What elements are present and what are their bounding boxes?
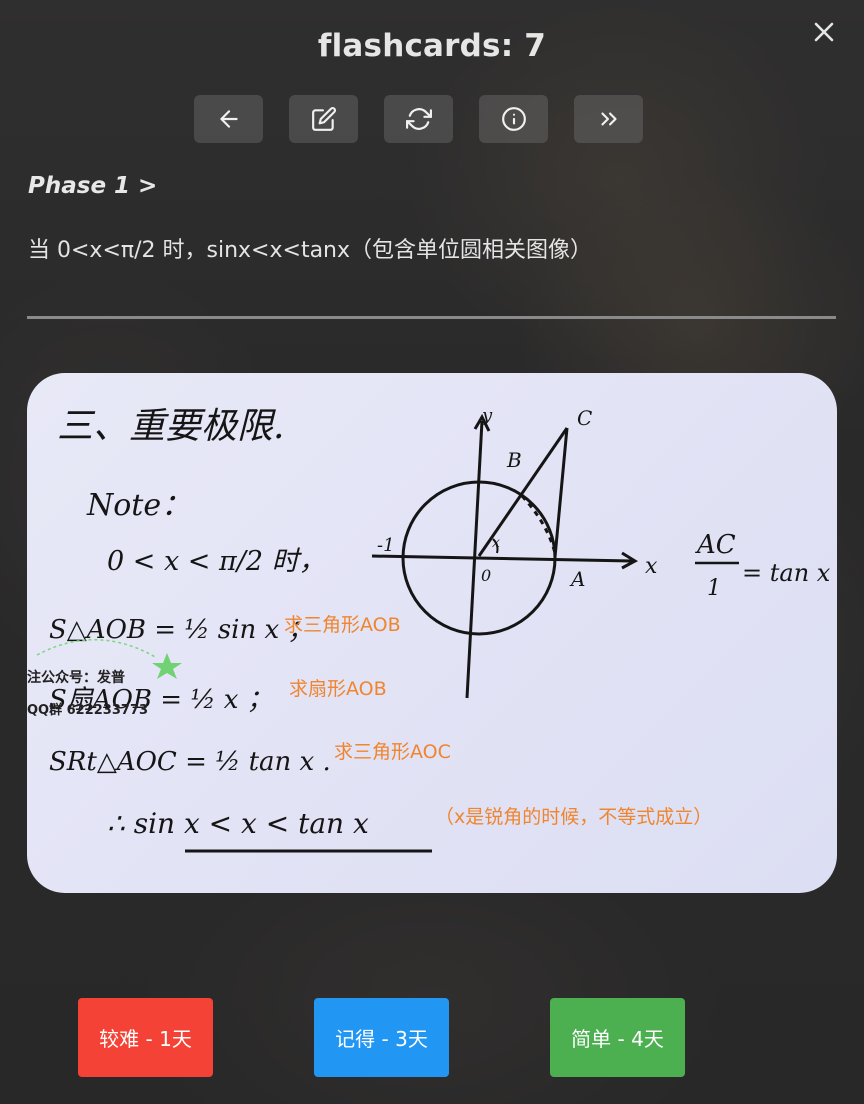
conclusion-text: ∴ sin x < x < tan x [107,807,369,840]
equation-triangle-aoc: SRt△AOC = ½ tan x . [49,747,331,777]
refresh-button[interactable] [384,95,453,143]
origin-label: 0 [481,566,491,585]
arrow-left-icon [219,110,238,128]
x-axis-label: x [645,554,658,579]
handwritten-notes: 三、重要极限. Note： 0 < x < π/2 时， S△AOB = ½ s… [36,405,831,853]
skip-button[interactable] [574,95,643,143]
watermark-line-2: QQ群 622233773 [27,703,149,718]
minus-one-label: -1 [377,535,395,556]
ratio-denominator: 1 [707,576,721,601]
ratio-numerator: AC [695,530,736,560]
point-a-label: A [569,567,585,591]
point-b-label: B [506,448,522,472]
answer-image: 三、重要极限. Note： 0 < x < π/2 时， S△AOB = ½ s… [27,373,837,893]
angle-x-label: x [492,535,500,551]
divider [27,316,836,319]
annotation-sector-aob: 求扇形AOB [289,678,387,700]
good-button[interactable]: 记得 - 3天 [314,998,449,1077]
chevrons-right-icon [600,112,617,126]
question-text: 当 0<x<π/2 时，sinx<x<tanx（包含单位圆相关图像） [28,238,593,263]
y-axis-label: y [481,405,493,426]
edit-button[interactable] [289,95,358,143]
watermark-line-1: 注公众号：发普 [27,670,125,686]
annotation-triangle-aob: 求三角形AOB [284,614,401,636]
annotation-triangle-aoc: 求三角形AOC [334,741,451,763]
phase-label[interactable]: Phase 1 > [28,173,157,199]
ratio-rhs: = tan x [742,559,831,587]
hard-button[interactable]: 较难 - 1天 [78,998,213,1077]
point-c-label: C [577,406,592,430]
unit-circle-diagram [371,413,639,699]
annotation-conclusion: （x是锐角的时候，不等式成立） [435,806,713,828]
easy-button[interactable]: 简单 - 4天 [550,998,685,1077]
info-icon [501,107,526,131]
star-icon [152,653,182,679]
edit-icon [311,107,336,131]
page-title: flashcards: 7 [317,28,547,64]
heading-text: 三、重要极限. [57,406,284,447]
refresh-icon [405,108,432,130]
condition-text: 0 < x < π/2 时， [107,546,326,577]
toolbar [194,95,643,143]
back-button[interactable] [194,95,263,143]
info-button[interactable] [479,95,548,143]
note-label: Note： [86,488,191,523]
